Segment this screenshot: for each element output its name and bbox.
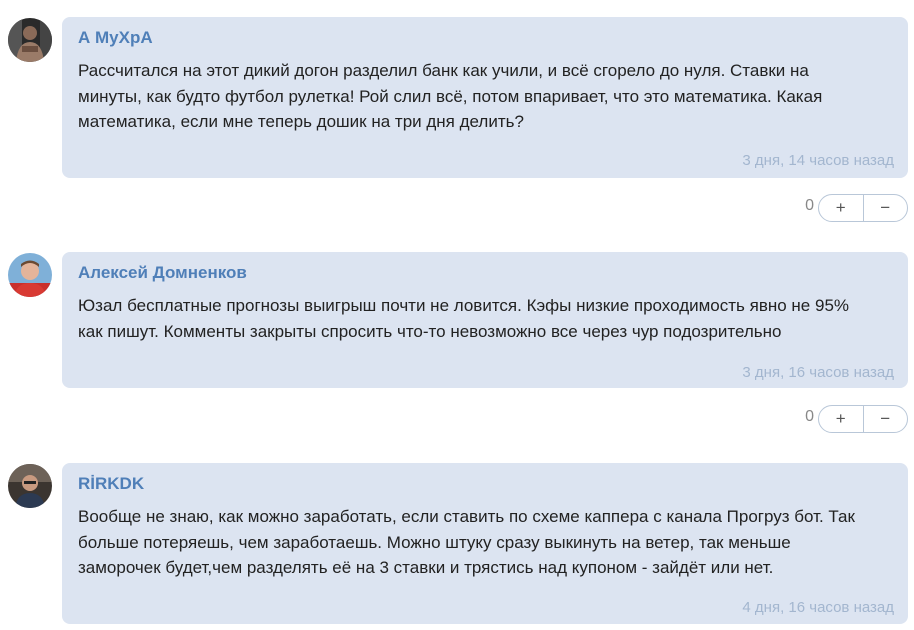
- comment-text: Вообще не знаю, как можно заработать, ес…: [78, 507, 855, 577]
- timestamp: 4 дня, 16 часов назад: [742, 599, 894, 616]
- comment-bubble: RİRKDK Вообще не знаю, как можно заработ…: [62, 463, 908, 624]
- author-name[interactable]: RİRKDK: [78, 474, 144, 494]
- avatar[interactable]: [8, 464, 52, 508]
- comment: RİRKDK Вообще не знаю, как можно заработ…: [0, 0, 914, 630]
